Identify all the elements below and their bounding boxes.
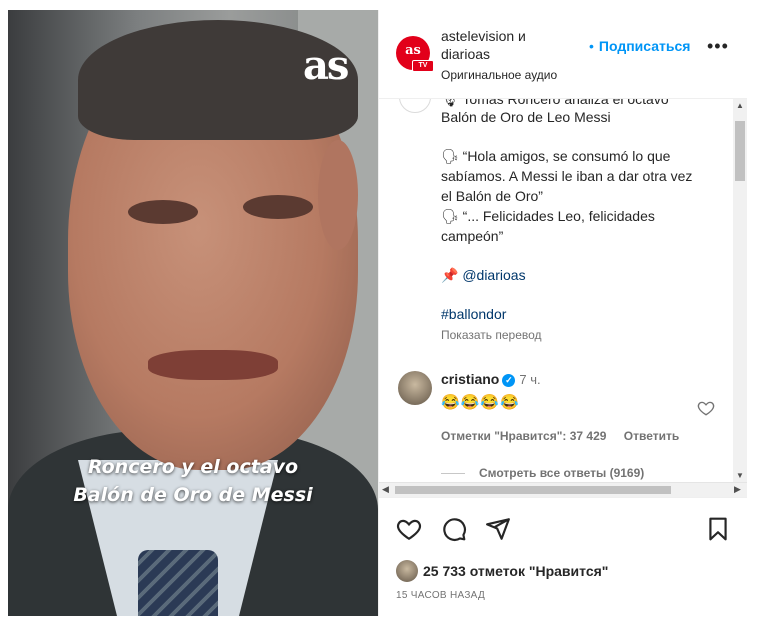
as-watermark-logo: as: [303, 42, 349, 89]
scroll-right-arrow-icon[interactable]: ▶: [734, 484, 741, 495]
reel-video[interactable]: [8, 10, 378, 616]
author-avatar[interactable]: as TV: [396, 36, 434, 72]
video-eye-left: [128, 200, 198, 224]
verified-badge-icon: ✓: [502, 374, 516, 387]
follow-dot: •: [589, 38, 594, 54]
vertical-scroll-thumb[interactable]: [735, 121, 745, 181]
scroll-left-arrow-icon[interactable]: ◀: [382, 484, 389, 495]
video-tie: [138, 550, 218, 616]
save-bookmark-icon[interactable]: [705, 516, 731, 542]
scroll-up-arrow-icon[interactable]: ▲: [736, 101, 744, 110]
share-paper-plane-icon[interactable]: [485, 516, 511, 542]
commenter-avatar[interactable]: [398, 371, 432, 405]
comments-section: 🎙 Tomás Roncero analiza el octavo Balón …: [379, 99, 733, 482]
post-actions: 25 733 отметок "Нравится" 15 ЧАСОВ НАЗАД: [379, 497, 747, 617]
audio-label[interactable]: Оригинальное аудио: [441, 66, 651, 84]
caption-line: 🗣 “... Felicidades Leo, felicidades: [441, 208, 655, 224]
hashtag-link[interactable]: #ballondor: [441, 304, 506, 324]
comment-likes[interactable]: Отметки "Нравится": 37 429: [441, 429, 606, 443]
caption-mention-line: 📌 @diarioas: [441, 265, 526, 285]
like-heart-icon[interactable]: [396, 516, 422, 542]
likers-avatar[interactable]: [396, 560, 418, 582]
horizontal-scrollbar[interactable]: ◀ ▶: [379, 482, 747, 497]
coauthor-username[interactable]: diarioas: [441, 46, 490, 62]
comment-meta: Отметки "Нравится": 37 429 Ответить: [441, 429, 693, 443]
caption-line: campeón”: [441, 228, 504, 244]
horizontal-scroll-thumb[interactable]: [395, 486, 671, 494]
video-mouth: [148, 350, 278, 380]
instagram-post-modal: as Roncero y el octavo Balón de Oro de M…: [0, 0, 757, 616]
show-translation-link[interactable]: Показать перевод: [441, 328, 542, 342]
post-likes-count[interactable]: 25 733 отметок "Нравится": [423, 563, 608, 579]
more-options-icon[interactable]: •••: [707, 36, 729, 57]
post-header: as TV astelevision и diarioas Оригинальн…: [379, 10, 747, 99]
mention-link[interactable]: @diarioas: [462, 267, 525, 283]
caption-author-avatar[interactable]: [399, 99, 431, 113]
view-replies-button[interactable]: Смотреть все ответы (9169): [441, 466, 644, 480]
follow-label: Подписаться: [598, 38, 691, 54]
post-side-panel: as TV astelevision и diarioas Оригинальн…: [378, 10, 747, 616]
comment-time[interactable]: 7 ч.: [519, 372, 540, 387]
follow-button[interactable]: • Подписаться: [589, 38, 690, 54]
comment-bubble-icon[interactable]: [441, 516, 467, 542]
replies-divider: [441, 473, 465, 475]
scroll-down-arrow-icon[interactable]: ▼: [736, 471, 744, 480]
view-replies-label: Смотреть все ответы (9169): [479, 466, 645, 480]
caption-line: 🗣 “Hola amigos, se consumó lo que: [441, 148, 671, 164]
video-ear: [318, 140, 358, 250]
comment-like-heart-icon[interactable]: [697, 399, 715, 417]
commenter-username[interactable]: cristiano: [441, 371, 499, 387]
post-time-ago[interactable]: 15 ЧАСОВ НАЗАД: [396, 590, 485, 601]
comment-header: cristiano ✓ 7 ч.: [441, 371, 541, 387]
vertical-scrollbar[interactable]: ▲ ▼: [733, 99, 747, 482]
author-info: astelevision и diarioas Оригинальное ауд…: [441, 27, 651, 84]
author-avatar-badge: TV: [412, 60, 434, 72]
pin-icon: 📌: [441, 267, 459, 283]
author-avatar-text: as: [405, 43, 421, 58]
caption-line: sabíamos. A Messi le iban a dar otra vez: [441, 168, 693, 184]
video-caption-line-2: Balón de Oro de Messi: [73, 484, 313, 506]
video-eye-right: [243, 195, 313, 219]
comment-text: 😂😂😂😂: [441, 394, 520, 411]
caption-line: Balón de Oro de Leo Messi: [441, 109, 611, 125]
author-username[interactable]: astelevision: [441, 28, 514, 44]
author-conjunction: и: [518, 28, 526, 44]
reply-button[interactable]: Ответить: [624, 429, 679, 443]
video-caption-line-1: Roncero y el octavo: [87, 456, 299, 478]
caption-line: el Balón de Oro”: [441, 188, 543, 204]
